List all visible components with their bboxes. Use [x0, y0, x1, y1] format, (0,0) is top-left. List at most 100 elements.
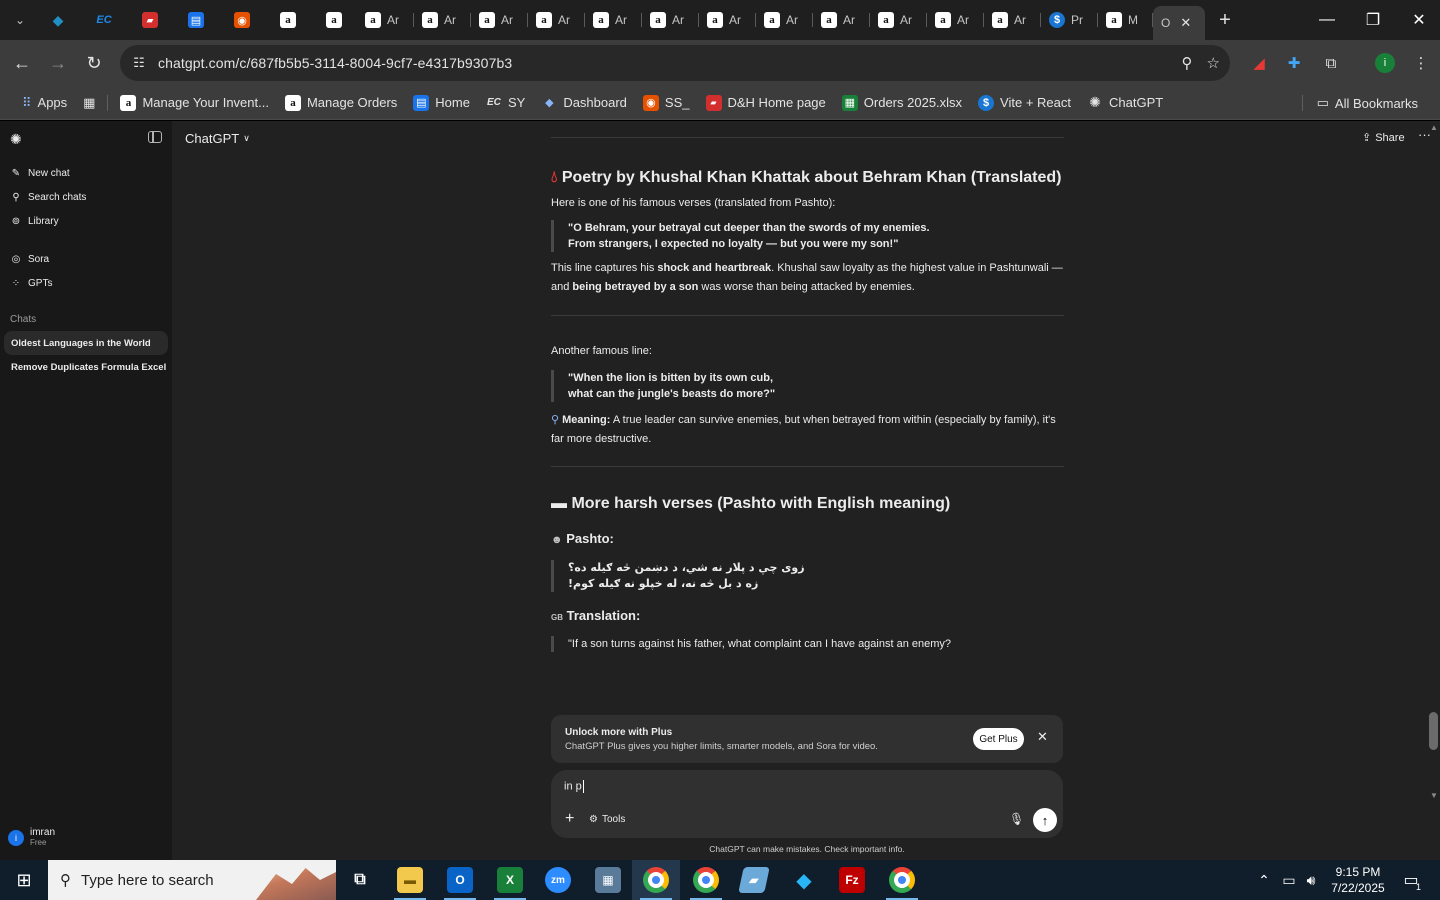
minimize-button[interactable]: —	[1304, 0, 1350, 40]
tab-amazon[interactable]: a Ar	[414, 4, 471, 36]
bookmark-dh-home[interactable]: ▰ D&H Home page	[698, 89, 834, 117]
bookmark-home[interactable]: ▤ Home	[405, 89, 478, 117]
zoom-icon: zm	[545, 867, 571, 893]
folder-icon: ▬	[397, 867, 423, 893]
tab-active-chatgpt[interactable]: O ✕	[1153, 6, 1205, 40]
sidebar-toggle-icon[interactable]	[148, 131, 162, 143]
url-text[interactable]: chatgpt.com/c/687fb5b5-3114-8004-9cf7-e4…	[158, 55, 512, 71]
zoom-icon[interactable]: ⚲	[1182, 54, 1193, 72]
sidebar-item-search-chats[interactable]: ⚲ Search chats	[10, 187, 86, 207]
model-selector[interactable]: ChatGPT ∨	[185, 131, 250, 146]
tray-overflow-chevron-icon[interactable]: ⌃	[1252, 860, 1276, 900]
bookmark-vite-react[interactable]: $ Vite + React	[970, 89, 1079, 117]
taskbar-notepad[interactable]: ▰	[730, 860, 778, 900]
sidebar-item-gpts[interactable]: ⁘ GPTs	[10, 273, 53, 293]
network-icon[interactable]: ▭	[1278, 860, 1300, 900]
tab-amazon[interactable]: a Ar	[642, 4, 699, 36]
tab-amazon[interactable]: a Ar	[927, 4, 984, 36]
tab-pinned[interactable]: ◆	[35, 4, 81, 36]
bookmark-manage-orders[interactable]: a Manage Orders	[277, 89, 405, 117]
excel-icon: ▦	[841, 94, 858, 111]
bookmark-tab-groups[interactable]: ▦	[75, 89, 103, 117]
taskbar-chrome-profile[interactable]	[878, 860, 926, 900]
bookmark-apps[interactable]: ⠿ Apps	[14, 89, 75, 117]
taskbar-chrome-active[interactable]	[632, 860, 680, 900]
sidebar-item-new-chat[interactable]: ✎ New chat	[10, 163, 70, 183]
taskbar-excel[interactable]: X	[486, 860, 534, 900]
tab-amazon[interactable]: a Ar	[813, 4, 870, 36]
user-menu[interactable]: i imran Free	[8, 827, 55, 848]
bookmark-sy[interactable]: EC SY	[478, 89, 533, 117]
tab-pinned[interactable]: ▰	[127, 4, 173, 36]
scrollbar-thumb[interactable]	[1429, 712, 1438, 750]
microphone-icon[interactable]: 🎙︎	[1009, 812, 1024, 826]
share-button[interactable]: ⇪ Share	[1362, 131, 1405, 145]
taskbar-hex-app[interactable]: ◆	[780, 860, 828, 900]
bookmark-orders-xlsx[interactable]: ▦ Orders 2025.xlsx	[834, 89, 970, 117]
bookmark-dashboard[interactable]: ◆ Dashboard	[533, 89, 635, 117]
tab-amazon[interactable]: a Ar	[528, 4, 585, 36]
sidebar-item-sora[interactable]: ◎ Sora	[10, 249, 50, 269]
tab-pinned[interactable]: a	[311, 4, 357, 36]
tab-amazon[interactable]: a Ar	[984, 4, 1041, 36]
sidebar-item-library[interactable]: ⊚ Library	[10, 211, 59, 231]
taskbar-file-explorer[interactable]: ▬	[386, 860, 434, 900]
taskbar-chrome[interactable]	[682, 860, 730, 900]
tab-amazon[interactable]: a Ar	[471, 4, 528, 36]
chat-item[interactable]: Oldest Languages in the World	[4, 331, 168, 355]
tab-pinned[interactable]: ◉	[219, 4, 265, 36]
taskbar-filezilla[interactable]: Fz	[828, 860, 876, 900]
close-icon[interactable]: ✕	[1180, 15, 1191, 31]
bookmark-manage-inventory[interactable]: a Manage Your Invent...	[112, 89, 276, 117]
taskbar-clock[interactable]: 9:15 PM 7/22/2025	[1326, 864, 1390, 896]
restore-button[interactable]: ❐	[1350, 0, 1396, 40]
send-button[interactable]: ↑	[1033, 808, 1057, 832]
openai-logo-icon[interactable]: ✺	[10, 131, 22, 148]
forward-button[interactable]: →	[40, 45, 76, 81]
bookmark-ss[interactable]: ◉ SS_	[635, 89, 698, 117]
notification-center-icon[interactable]: ▭	[1396, 860, 1426, 900]
tab-amazon[interactable]: a Ar	[756, 4, 813, 36]
tab-pr[interactable]: $ Pr	[1041, 4, 1098, 36]
tab-amazon[interactable]: a Ar	[357, 4, 414, 36]
menu-kebab-icon[interactable]: ⋮	[1406, 48, 1436, 78]
tab-pinned[interactable]: ▤	[173, 4, 219, 36]
prompt-input[interactable]: in p	[564, 780, 584, 793]
scroll-down-arrow-icon[interactable]: ▼	[1430, 791, 1438, 800]
start-button[interactable]: ⊞	[0, 860, 48, 900]
back-button[interactable]: ←	[4, 45, 40, 81]
pdf-extension-icon[interactable]: ◢	[1244, 48, 1274, 78]
tab-search-button[interactable]: ⌄	[5, 5, 35, 35]
scroll-up-arrow-icon[interactable]: ▲	[1430, 123, 1438, 132]
all-bookmarks-button[interactable]: ▭ All Bookmarks	[1290, 89, 1426, 117]
puzzle-extension-icon[interactable]: ✚	[1279, 48, 1309, 78]
tab-pinned[interactable]: EC	[81, 4, 127, 36]
tab-pinned[interactable]: a	[265, 4, 311, 36]
attach-plus-icon[interactable]: +	[565, 810, 574, 828]
taskbar-calculator[interactable]: ▦	[584, 860, 632, 900]
close-icon[interactable]: ✕	[1037, 729, 1048, 745]
close-window-button[interactable]: ✕	[1396, 0, 1440, 40]
tab-m[interactable]: aM	[1098, 4, 1153, 36]
tab-amazon[interactable]: a Ar	[870, 4, 927, 36]
taskbar-zoom[interactable]: zm	[534, 860, 582, 900]
extensions-icon[interactable]: ⧉	[1316, 48, 1346, 78]
bookmark-star-icon[interactable]: ☆	[1207, 54, 1220, 72]
bookmark-chatgpt[interactable]: ✺ ChatGPT	[1079, 89, 1171, 117]
site-info-icon[interactable]: ☷	[128, 52, 150, 74]
reload-button[interactable]: ↻	[76, 45, 112, 81]
taskbar-outlook[interactable]: O	[436, 860, 484, 900]
task-view-button[interactable]: ⧉	[336, 860, 384, 900]
profile-button[interactable]: i	[1370, 48, 1400, 78]
message-composer[interactable]: in p + ⚙ Tools 🎙︎ ↑	[551, 770, 1063, 838]
chat-item[interactable]: Remove Duplicates Formula Excel	[4, 355, 168, 379]
tab-title: Ar	[729, 13, 741, 27]
tools-button[interactable]: ⚙ Tools	[589, 814, 625, 825]
address-bar[interactable]: ☷ chatgpt.com/c/687fb5b5-3114-8004-9cf7-…	[120, 45, 1230, 81]
new-tab-button[interactable]: +	[1209, 4, 1241, 36]
taskbar-search[interactable]: ⚲ Type here to search	[48, 860, 336, 900]
get-plus-button[interactable]: Get Plus	[973, 728, 1024, 750]
tab-amazon[interactable]: a Ar	[585, 4, 642, 36]
tab-amazon[interactable]: a Ar	[699, 4, 756, 36]
volume-icon[interactable]: 🔊︎	[1300, 860, 1322, 900]
